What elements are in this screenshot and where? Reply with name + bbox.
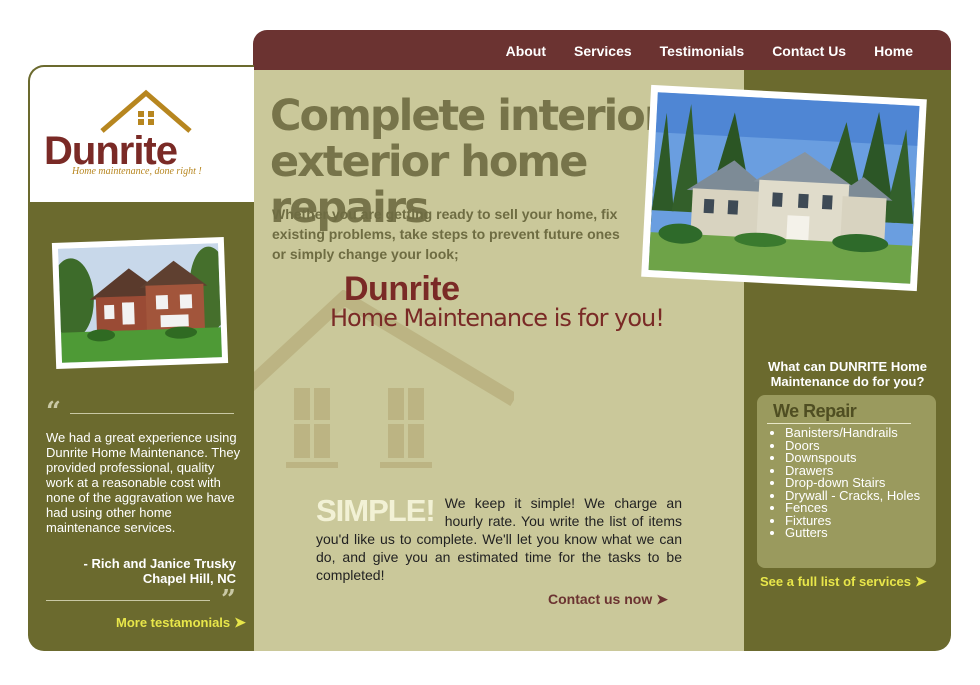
quote-divider-top: “ xyxy=(46,397,236,427)
headline-line-1: Complete interior xyxy=(270,91,665,141)
house-roof-icon xyxy=(100,89,192,133)
left-column: Dunrite Home maintenance, done right ! “… xyxy=(28,65,254,651)
repair-box: We Repair Banisters/Handrails Doors Down… xyxy=(757,395,936,568)
see-all-services-link[interactable]: See a full list of services ➤ xyxy=(760,573,927,590)
nav-contact-us[interactable]: Contact Us xyxy=(772,43,846,59)
nav-about[interactable]: About xyxy=(506,43,546,59)
arrow-right-icon: ➤ xyxy=(234,614,246,630)
repair-title: We Repair xyxy=(773,401,857,421)
house-photo-right xyxy=(641,84,927,292)
brand-subtitle: Home Maintenance is for you! xyxy=(330,304,665,332)
testimonial-attribution: - Rich and Janice Trusky Chapel Hill, NC xyxy=(46,556,236,586)
contact-us-now-label: Contact us now xyxy=(548,591,653,607)
open-quote-icon: “ xyxy=(46,397,61,427)
services-question: What can DUNRITE Home Maintenance do for… xyxy=(768,359,927,389)
divider-line xyxy=(767,423,911,424)
nav-list: About Services Testimonials Contact Us H… xyxy=(478,43,913,59)
colonial-house-illustration xyxy=(648,92,920,284)
top-nav: About Services Testimonials Contact Us H… xyxy=(253,30,951,70)
arrow-right-icon: ➤ xyxy=(656,591,668,607)
brick-house-illustration xyxy=(58,243,222,363)
simple-heading: SIMPLE! xyxy=(316,493,436,528)
nav-testimonials[interactable]: Testimonials xyxy=(660,43,745,59)
testimonial-location: Chapel Hill, NC xyxy=(142,571,236,586)
repair-list: Banisters/Handrails Doors Downspouts Dra… xyxy=(785,426,930,540)
nav-services[interactable]: Services xyxy=(574,43,632,59)
simple-section: SIMPLE! We keep it simple! We charge an … xyxy=(316,494,682,584)
divider-line xyxy=(70,413,234,414)
more-testimonials-link[interactable]: More testamonials ➤ xyxy=(116,614,246,631)
quote-divider-bottom: ” xyxy=(46,585,236,615)
testimonial-author: - Rich and Janice Trusky xyxy=(83,556,236,571)
logo[interactable]: Dunrite Home maintenance, done right ! xyxy=(30,67,254,202)
house-photo-right-scene xyxy=(648,92,920,284)
house-photo-left-scene xyxy=(58,243,222,363)
logo-tagline: Home maintenance, done right ! xyxy=(72,166,202,177)
contact-us-now-link[interactable]: Contact us now ➤ xyxy=(548,591,668,608)
more-testimonials-label: More testamonials xyxy=(116,615,231,630)
hero-intro: Whether you are getting ready to sell yo… xyxy=(272,206,620,262)
see-all-services-label: See a full list of services xyxy=(760,574,912,589)
divider-line xyxy=(46,600,210,601)
repair-item: Gutters xyxy=(785,526,930,540)
nav-home[interactable]: Home xyxy=(874,43,913,59)
house-photo-left xyxy=(51,237,229,369)
close-quote-icon: ” xyxy=(221,585,236,615)
arrow-right-icon: ➤ xyxy=(915,573,927,589)
testimonial-text: We had a great experience using Dunrite … xyxy=(46,430,241,535)
